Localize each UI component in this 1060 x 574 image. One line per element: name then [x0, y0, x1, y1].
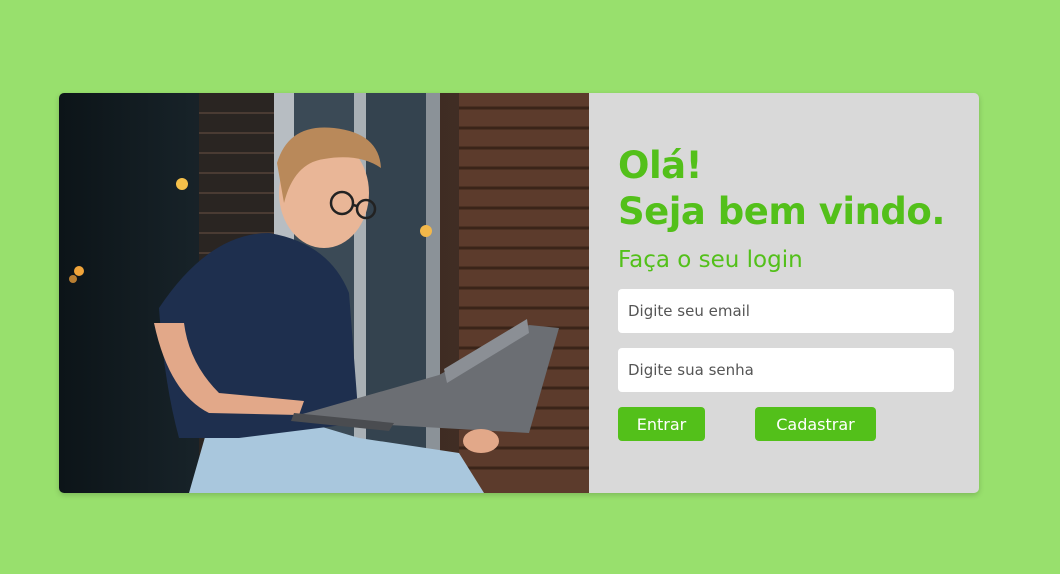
login-card: Olá! Seja bem vindo. Faça o seu login En… [59, 93, 979, 493]
email-input[interactable] [618, 289, 954, 333]
password-input[interactable] [618, 348, 954, 392]
login-subtitle: Faça o seu login [618, 247, 803, 273]
login-button[interactable]: Entrar [618, 407, 705, 441]
greeting-title: Olá! Seja bem vindo. [618, 143, 954, 235]
hero-illustration [69, 93, 589, 493]
login-panel: Olá! Seja bem vindo. Faça o seu login En… [589, 93, 979, 493]
greeting-line-2: Seja bem vindo. [618, 190, 945, 233]
signup-button[interactable]: Cadastrar [755, 407, 876, 441]
greeting-line-1: Olá! [618, 144, 702, 187]
hero-photo [59, 93, 589, 493]
action-buttons: Entrar Cadastrar [618, 407, 954, 441]
